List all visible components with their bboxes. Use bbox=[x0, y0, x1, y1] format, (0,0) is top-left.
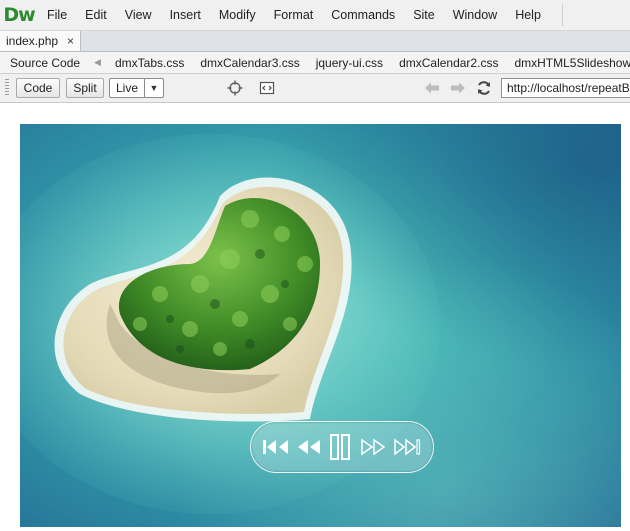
menu-site[interactable]: Site bbox=[404, 0, 444, 30]
menu-modify[interactable]: Modify bbox=[210, 0, 265, 30]
forward-arrow-icon[interactable] bbox=[449, 79, 467, 97]
document-tab-strip: index.php × bbox=[0, 31, 630, 52]
rewind-icon[interactable] bbox=[295, 422, 323, 472]
menu-format[interactable]: Format bbox=[265, 0, 323, 30]
slideshow-image bbox=[20, 124, 621, 527]
menu-commands[interactable]: Commands bbox=[322, 0, 404, 30]
menu-edit[interactable]: Edit bbox=[76, 0, 116, 30]
related-file-link[interactable]: jquery-ui.css bbox=[308, 56, 391, 70]
toolbar-grip-handle[interactable] bbox=[5, 79, 9, 97]
refresh-icon[interactable] bbox=[475, 79, 493, 97]
live-view-control: Live ▼ bbox=[109, 78, 164, 98]
app-logo: Dw bbox=[3, 4, 35, 26]
menu-bar: Dw File Edit View Insert Modify Format C… bbox=[0, 0, 630, 31]
slideshow-controls bbox=[250, 421, 434, 473]
first-icon[interactable] bbox=[259, 422, 293, 472]
forward-icon[interactable] bbox=[359, 422, 387, 472]
back-arrow-icon[interactable] bbox=[423, 79, 441, 97]
inspect-icon[interactable] bbox=[226, 79, 244, 97]
menu-insert[interactable]: Insert bbox=[161, 0, 210, 30]
menu-file[interactable]: File bbox=[38, 0, 76, 30]
address-input[interactable]: http://localhost/repeatBin bbox=[501, 78, 630, 98]
last-icon[interactable] bbox=[390, 422, 424, 472]
code-view-button[interactable]: Code bbox=[16, 78, 60, 98]
source-code-link[interactable]: Source Code bbox=[0, 56, 92, 70]
close-icon[interactable]: × bbox=[67, 34, 74, 48]
pause-icon[interactable] bbox=[327, 422, 353, 472]
related-file-link[interactable]: dmxTabs.css bbox=[107, 56, 192, 70]
scroll-left-icon[interactable]: ◀ bbox=[92, 57, 107, 68]
document-toolbar: Code Split Live ▼ http://localhost/repea… bbox=[0, 74, 630, 103]
document-tab-index[interactable]: index.php × bbox=[0, 31, 82, 51]
related-file-link[interactable]: dmxCalendar2.css bbox=[391, 56, 506, 70]
menu-window[interactable]: Window bbox=[444, 0, 506, 30]
related-files-bar: Source Code ◀ dmxTabs.css dmxCalendar3.c… bbox=[0, 52, 630, 74]
split-view-button[interactable]: Split bbox=[66, 78, 104, 98]
live-code-icon[interactable] bbox=[258, 79, 276, 97]
menu-divider bbox=[561, 4, 563, 26]
document-tab-label: index.php bbox=[6, 34, 59, 48]
menu-help[interactable]: Help bbox=[506, 0, 550, 30]
related-file-link[interactable]: dmxHTML5Slideshow.css bbox=[506, 56, 630, 70]
related-file-link[interactable]: dmxCalendar3.css bbox=[192, 56, 307, 70]
live-view-button[interactable]: Live bbox=[110, 79, 145, 97]
live-view-canvas bbox=[0, 103, 630, 531]
menu-view[interactable]: View bbox=[116, 0, 161, 30]
chevron-down-icon[interactable]: ▼ bbox=[145, 79, 163, 97]
